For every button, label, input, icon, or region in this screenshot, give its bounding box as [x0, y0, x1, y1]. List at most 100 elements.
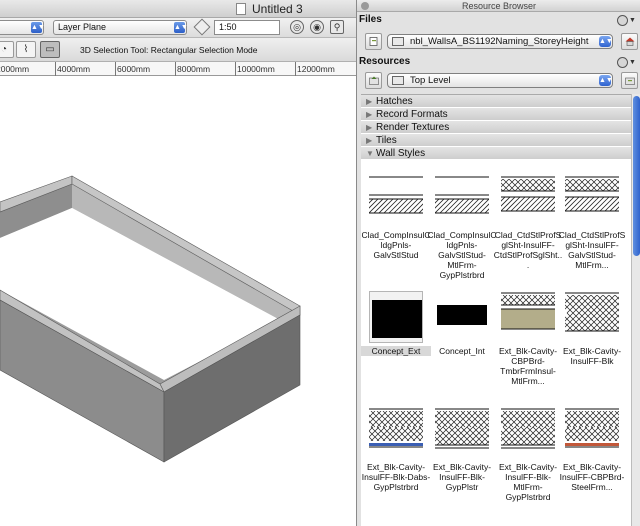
- category-row-wall-styles[interactable]: ▼ Wall Styles: [361, 147, 631, 160]
- wall-style-preview: [501, 291, 555, 343]
- file-popup-label: nbl_WallsA_BS1192Naming_StoreyHeight: [410, 36, 589, 47]
- wall-style-preview: [435, 175, 489, 227]
- wall-style-name: Ext_Blk-Cavity-CBPBrd-TmbrFrmInsul-MtlFr…: [498, 346, 558, 386]
- folder-popup-arrow-icon: ▲▼: [599, 75, 613, 86]
- class-popup[interactable]: ▲▼: [0, 20, 45, 35]
- ruler-label: 6000mm: [117, 64, 151, 74]
- window-title: Untitled 3: [252, 2, 303, 16]
- selection-mode-button[interactable]: ◔: [0, 41, 14, 58]
- wall-section-preview: [565, 176, 619, 212]
- folder-up-button[interactable]: [365, 72, 382, 89]
- drawing-area[interactable]: [0, 77, 356, 526]
- scale-field[interactable]: 1:50: [214, 20, 280, 35]
- ruler-tick: [115, 62, 116, 76]
- category-label: Hatches: [376, 96, 413, 107]
- wall-style-preview: [501, 407, 555, 459]
- wall-section-preview: [501, 408, 555, 449]
- files-section-label: Files: [359, 14, 382, 25]
- ruler-label: 8000mm: [177, 64, 211, 74]
- wall-style-preview: [565, 175, 619, 227]
- file-popup[interactable]: nbl_WallsA_BS1192Naming_StoreyHeight ▲▼: [387, 34, 613, 49]
- disclosure-closed-icon[interactable]: ▶: [366, 134, 372, 147]
- wall-section-preview: [369, 176, 423, 214]
- category-row-record-formats[interactable]: ▶ Record Formats: [361, 108, 631, 121]
- wall-style-name: Concept_Int: [439, 346, 485, 356]
- lasso-mode-button[interactable]: ⌇: [16, 41, 36, 58]
- wall-style-preview: [369, 407, 423, 459]
- resource-list-scrollbar[interactable]: [631, 94, 640, 526]
- category-row-render-textures[interactable]: ▶ Render Textures: [361, 121, 631, 134]
- wall-style-preview: [565, 291, 619, 343]
- document-add-icon: [369, 37, 378, 46]
- category-row-tiles[interactable]: ▶ Tiles: [361, 134, 631, 147]
- view-mode-icon[interactable]: ◉: [310, 20, 324, 34]
- drawing-window: Untitled 3 ▲▼ Layer Plane ▲▼ 1:50 ◎ ◉ ⚲ …: [0, 0, 356, 526]
- wall-style-preview: [369, 175, 423, 227]
- ruler-label: 12000mm: [297, 64, 335, 74]
- wall-section-preview: [369, 408, 423, 448]
- wall-section-preview: [435, 408, 489, 449]
- wall-style-name: Clad_CompInsulCldgPnls-GalvStlStud: [361, 230, 431, 260]
- resource-browser-palette: Resource Browser Files ▼ nbl_WallsA_BS11…: [356, 0, 640, 526]
- wall-box-3d-view[interactable]: [0, 77, 356, 526]
- wall-style-preview: [565, 407, 619, 459]
- horizontal-ruler[interactable]: 2000mm 4000mm 6000mm 8000mm 10000mm 1200…: [0, 62, 356, 76]
- tool-mode-label: 3D Selection Tool: Rectangular Selection…: [80, 45, 258, 55]
- wall-style-preview: [501, 175, 555, 227]
- resources-gear-icon[interactable]: ▼: [617, 57, 639, 69]
- layer-popup[interactable]: Layer Plane ▲▼: [53, 20, 188, 35]
- folder-up-icon: [369, 76, 379, 85]
- window-title-bar[interactable]: Untitled 3: [0, 0, 356, 18]
- wall-style-name: Clad_CompInsulCldgPnls-GalvStlStud-MtlFr…: [427, 230, 497, 280]
- wall-section-preview: [437, 305, 487, 325]
- ruler-tick: [295, 62, 296, 76]
- close-icon[interactable]: [361, 2, 369, 10]
- disclosure-open-icon[interactable]: ▼: [366, 147, 374, 160]
- category-label: Render Textures: [376, 122, 450, 133]
- wall-section-preview: [501, 292, 555, 330]
- document-icon: [236, 3, 246, 15]
- folder-icon: [392, 76, 404, 85]
- ruler-label: 4000mm: [57, 64, 91, 74]
- home-button[interactable]: [621, 33, 638, 50]
- rectangular-mode-button[interactable]: ▭: [40, 41, 60, 58]
- class-popup-arrow-icon: ▲▼: [31, 22, 45, 33]
- wall-style-name: Clad_CtdStlProfSglSht-InsulFF-GalvStlStu…: [558, 230, 626, 270]
- new-folder-icon: [625, 77, 635, 85]
- resource-browser-title-bar[interactable]: Resource Browser: [357, 0, 640, 12]
- category-label: Wall Styles: [376, 148, 426, 159]
- files-gear-icon[interactable]: ▼: [617, 15, 639, 27]
- render-mode-icon[interactable]: ◎: [290, 20, 304, 34]
- scrollbar-thumb[interactable]: [633, 96, 640, 256]
- wall-section-preview: [565, 408, 619, 448]
- mode-bar: ◔ ⌇ ▭ 3D Selection Tool: Rectangular Sel…: [0, 38, 356, 62]
- wall-section-preview: [565, 292, 619, 332]
- file-browse-button[interactable]: [365, 33, 382, 50]
- resources-section-label: Resources: [359, 56, 411, 67]
- category-label: Tiles: [376, 135, 397, 146]
- zoom-icon[interactable]: ⚲: [330, 20, 344, 34]
- wall-style-preview: [369, 291, 423, 343]
- layer-popup-arrow-icon: ▲▼: [174, 22, 188, 33]
- layer-popup-label: Layer Plane: [58, 22, 107, 32]
- resource-list[interactable]: ▶ Hatches ▶ Record Formats ▶ Render Textures ▶…: [361, 94, 631, 526]
- wall-style-name: Ext_Blk-Cavity-InsulFF-Blk-Dabs-GypPlstr…: [361, 462, 431, 492]
- ruler-tick: [175, 62, 176, 76]
- new-folder-button[interactable]: [621, 72, 638, 89]
- wall-style-name: Ext_Blk-Cavity-InsulFF-Blk: [562, 346, 622, 366]
- wall-section-preview: [435, 176, 489, 214]
- disclosure-closed-icon[interactable]: ▶: [366, 108, 372, 121]
- wall-style-name: Ext_Blk-Cavity-InsulFF-Blk-MtlFrm-GypPls…: [498, 462, 558, 502]
- ruler-tick: [55, 62, 56, 76]
- wall-section-preview: [501, 176, 555, 212]
- wall-style-name: Ext_Blk-Cavity-InsulFF-Blk-GypPlstr: [432, 462, 492, 492]
- disclosure-closed-icon[interactable]: ▶: [366, 121, 372, 134]
- disclosure-closed-icon[interactable]: ▶: [366, 95, 372, 108]
- folder-popup[interactable]: Top Level ▲▼: [387, 73, 613, 88]
- home-icon: [625, 37, 635, 46]
- ruler-label: 2000mm: [0, 64, 30, 74]
- category-row-hatches[interactable]: ▶ Hatches: [361, 95, 631, 108]
- resource-browser-title: Resource Browser: [461, 1, 537, 11]
- file-icon: [392, 37, 404, 46]
- wall-style-name: Concept_Ext: [361, 346, 431, 356]
